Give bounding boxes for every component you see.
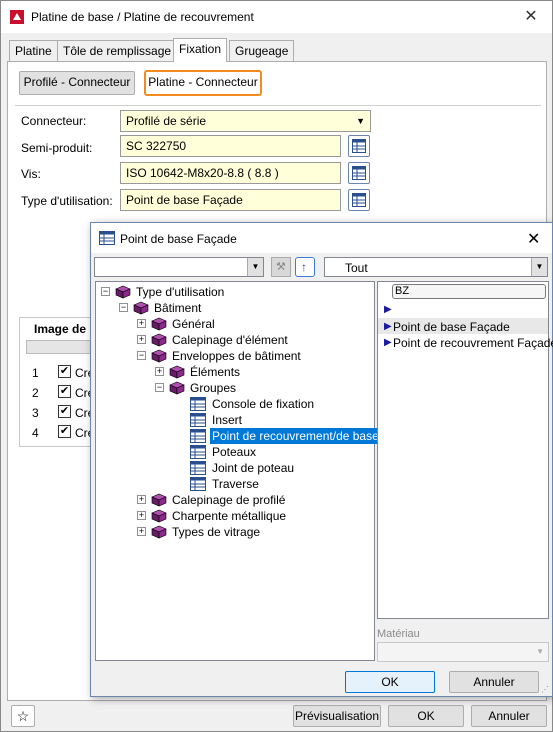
image-section-title: Image de	[34, 322, 87, 336]
expand-icon[interactable]: +	[137, 319, 146, 328]
arrow-up-icon: ↑	[301, 260, 307, 274]
tool-icon: ⚒	[276, 261, 286, 273]
up-button[interactable]: ↑	[295, 257, 315, 277]
row-2-checkbox[interactable]: ✔	[58, 385, 71, 398]
material-label: Matériau	[377, 628, 420, 640]
table-icon	[190, 429, 206, 443]
book-icon	[151, 525, 167, 539]
filter-select[interactable]: Tout ▼	[324, 257, 548, 277]
semi-product-picker-button[interactable]	[348, 135, 370, 157]
table-icon	[352, 139, 366, 153]
tab-fixation[interactable]: Fixation	[173, 38, 228, 62]
expand-icon[interactable]: +	[137, 511, 146, 520]
dialog-title: Point de base Façade	[120, 232, 237, 246]
table-icon	[190, 461, 206, 475]
chevron-down-icon: ▼	[356, 116, 365, 126]
table-icon	[190, 413, 206, 427]
resize-grip-icon[interactable]: ⋰	[541, 685, 549, 694]
close-icon[interactable]: ✕	[527, 229, 540, 249]
usage-type-picker-button[interactable]	[348, 189, 370, 211]
tab-grugeage[interactable]: Grugeage	[229, 40, 295, 61]
table-icon	[190, 397, 206, 411]
row-4-number: 4	[32, 426, 39, 440]
dialog-cancel-button[interactable]: Annuler	[449, 671, 539, 693]
book-icon	[151, 509, 167, 523]
row-4-checkbox[interactable]: ✔	[58, 425, 71, 438]
table-icon	[190, 445, 206, 459]
dialog-title-bar: Point de base Façade ✕	[91, 223, 552, 253]
row-2-number: 2	[32, 386, 39, 400]
dialog-ok-button[interactable]: OK	[345, 671, 435, 693]
title-bar: Platine de base / Platine de recouvremen…	[1, 1, 552, 33]
star-icon: ☆	[16, 708, 30, 724]
tab-tole-remplissage[interactable]: Tôle de remplissage	[57, 40, 178, 61]
close-icon[interactable]: ✕	[521, 7, 541, 27]
expand-icon[interactable]: +	[137, 335, 146, 344]
search-combo[interactable]: ▼	[94, 257, 264, 277]
list-header-bz[interactable]: BZ	[392, 284, 546, 299]
book-icon	[151, 317, 167, 331]
usage-type-field[interactable]: Point de base Façade	[120, 189, 341, 211]
chevron-down-icon[interactable]: ▼	[531, 258, 547, 276]
book-icon	[151, 493, 167, 507]
expand-icon[interactable]: +	[137, 495, 146, 504]
usage-type-label: Type d'utilisation:	[21, 194, 113, 208]
collapse-icon[interactable]: −	[119, 303, 128, 312]
tree-view: − Type d'utilisation − Bâtiment + Généra…	[95, 281, 381, 661]
favorite-button[interactable]: ☆	[11, 705, 35, 727]
list-item[interactable]: Point de recouvrement Façade	[393, 336, 553, 350]
row-1-checkbox[interactable]: ✔	[58, 365, 71, 378]
profile-connector-button[interactable]: Profilé - Connecteur	[19, 71, 135, 95]
list-item[interactable]: Point de base Façade	[393, 320, 510, 334]
connector-select[interactable]: Profilé de série ▼	[120, 110, 371, 132]
plate-connector-button[interactable]: Platine - Connecteur	[144, 70, 262, 96]
result-list: BZ ▶ ▶ Point de base Façade ▶ Point de r…	[377, 281, 553, 619]
semi-product-label: Semi-produit:	[21, 141, 93, 155]
chevron-down-icon: ▼	[536, 647, 544, 656]
arrow-right-icon: ▶	[384, 337, 392, 348]
expand-icon[interactable]: +	[137, 527, 146, 536]
table-icon	[352, 193, 366, 207]
book-icon	[115, 285, 131, 299]
book-icon	[169, 381, 185, 395]
row-3-checkbox[interactable]: ✔	[58, 405, 71, 418]
table-icon	[190, 477, 206, 491]
book-icon	[151, 333, 167, 347]
arrow-right-icon: ▶	[384, 321, 392, 332]
screw-field[interactable]: ISO 10642-M8x20-8.8 ( 8.8 )	[120, 162, 341, 184]
connector-value: Profilé de série	[126, 114, 207, 128]
expand-icon[interactable]: +	[155, 367, 164, 376]
image-section: Image de 1 ✔ Cré 2 ✔ Cré 3 ✔ Cré 4 ✔ Cré	[19, 317, 100, 447]
semi-product-field[interactable]: SC 322750	[120, 135, 341, 157]
image-section-header	[26, 340, 100, 354]
divider	[15, 105, 541, 106]
usage-type-dialog: Point de base Façade ✕ ▼ ⚒ ↑ Tout ▼ − Ty…	[90, 222, 553, 697]
chevron-down-icon[interactable]: ▼	[247, 258, 263, 276]
filter-tool-button[interactable]: ⚒	[271, 257, 291, 277]
arrow-right-icon: ▶	[384, 304, 392, 315]
book-icon	[133, 301, 149, 315]
tab-platine[interactable]: Platine	[9, 40, 58, 61]
row-1-number: 1	[32, 366, 39, 380]
collapse-icon[interactable]: −	[137, 351, 146, 360]
collapse-icon[interactable]: −	[155, 383, 164, 392]
app-icon	[10, 10, 24, 24]
book-icon	[151, 349, 167, 363]
ok-button[interactable]: OK	[388, 705, 464, 727]
collapse-icon[interactable]: −	[101, 287, 110, 296]
screw-picker-button[interactable]	[348, 162, 370, 184]
cancel-button[interactable]: Annuler	[471, 705, 547, 727]
table-icon	[352, 166, 366, 180]
book-icon	[169, 365, 185, 379]
preview-button[interactable]: Prévisualisation	[293, 705, 381, 727]
filter-value: Tout	[345, 261, 368, 275]
material-select[interactable]: ▼	[377, 642, 549, 662]
screw-label: Vis:	[21, 167, 41, 181]
window-title: Platine de base / Platine de recouvremen…	[31, 10, 254, 24]
connector-label: Connecteur:	[21, 114, 87, 128]
row-3-number: 3	[32, 406, 39, 420]
table-icon	[99, 231, 115, 245]
